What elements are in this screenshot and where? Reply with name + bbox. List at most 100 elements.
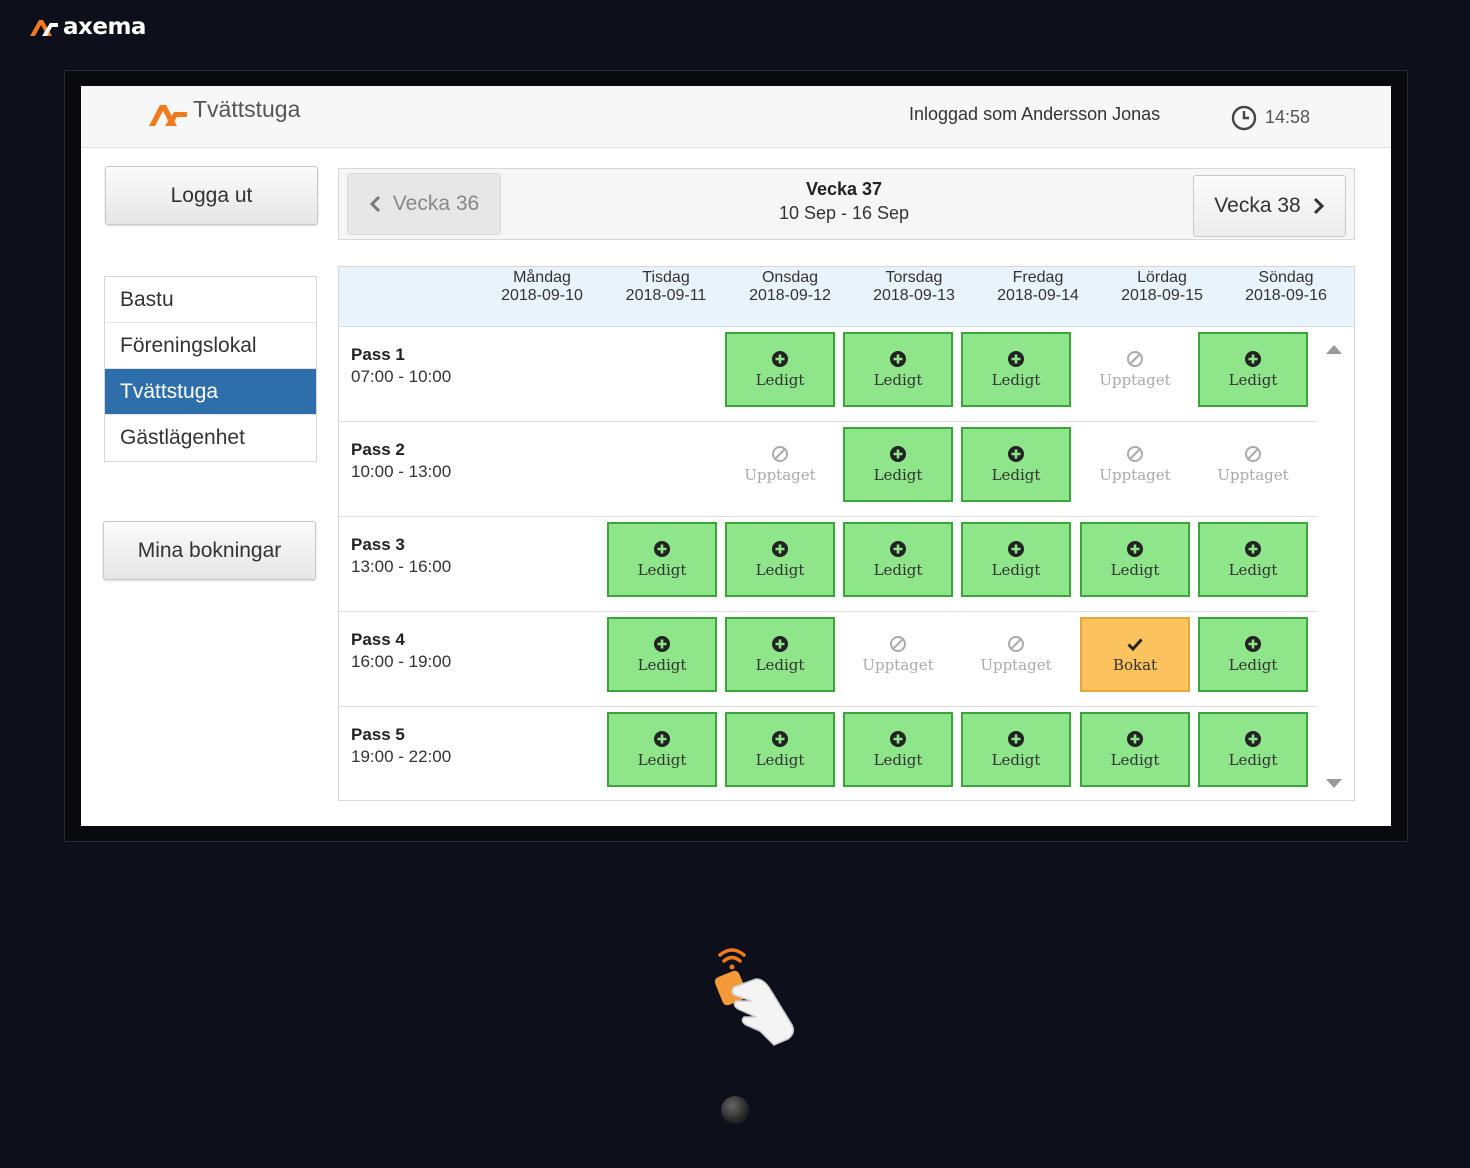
slot-status-label: Ledigt bbox=[755, 561, 805, 579]
slot-status-label: Bokat bbox=[1112, 656, 1158, 674]
day-name: Onsdag bbox=[761, 269, 819, 286]
slot-taken: Upptaget bbox=[843, 617, 953, 692]
slot-free[interactable]: Ledigt bbox=[607, 522, 717, 597]
brand-mark-icon bbox=[30, 20, 58, 36]
slot-free[interactable]: Ledigt bbox=[1198, 332, 1308, 407]
slot-status-label: Ledigt bbox=[873, 466, 923, 484]
day-date: 2018-09-15 bbox=[1121, 287, 1203, 304]
scroll-down-arrow-icon[interactable] bbox=[1326, 779, 1342, 788]
day-column-header: Tisdag 2018-09-11 bbox=[607, 269, 725, 305]
slot-status-label: Ledigt bbox=[755, 656, 805, 674]
prev-week-label: Vecka 36 bbox=[392, 192, 480, 215]
slot-free[interactable]: Ledigt bbox=[1198, 522, 1308, 597]
slot-status-label: Upptaget bbox=[1217, 466, 1289, 484]
slot-taken: Upptaget bbox=[1080, 427, 1190, 502]
day-date: 2018-09-14 bbox=[997, 287, 1079, 304]
slot-status-label: Upptaget bbox=[980, 656, 1052, 674]
slot-free[interactable]: Ledigt bbox=[843, 712, 953, 787]
slot-status-label: Ledigt bbox=[1228, 371, 1278, 389]
next-week-button[interactable]: Vecka 38 bbox=[1193, 175, 1346, 237]
scroll-up-arrow-icon[interactable] bbox=[1326, 345, 1342, 354]
slot-status-label: Ledigt bbox=[1228, 561, 1278, 579]
plus-circle-icon bbox=[654, 541, 670, 557]
slot-free[interactable]: Ledigt bbox=[1198, 617, 1308, 692]
clock-time: 14:58 bbox=[1265, 107, 1311, 127]
blocked-icon bbox=[1008, 636, 1024, 652]
day-column-header: Måndag 2018-09-10 bbox=[483, 269, 601, 305]
plus-circle-icon bbox=[890, 541, 906, 557]
slot-free[interactable]: Ledigt bbox=[961, 712, 1071, 787]
pass-row: Pass 2 10:00 - 13:00 Upptaget Ledigt Ledigt U… bbox=[339, 422, 1317, 517]
slot-free[interactable]: Ledigt bbox=[725, 332, 835, 407]
slot-free[interactable]: Ledigt bbox=[725, 712, 835, 787]
touch-screen: Tvättstuga Inloggad som Andersson Jonas … bbox=[81, 86, 1391, 826]
slot-status-label: Ledigt bbox=[637, 656, 687, 674]
slot-free[interactable]: Ledigt bbox=[1080, 712, 1190, 787]
pass-name: Pass 1 bbox=[351, 345, 405, 364]
chevron-left-icon bbox=[369, 195, 380, 213]
check-icon bbox=[1127, 638, 1143, 652]
menu-item-gastlagenhet[interactable]: Gästlägenhet bbox=[105, 415, 316, 461]
slot-free[interactable]: Ledigt bbox=[843, 332, 953, 407]
slot-free[interactable]: Ledigt bbox=[725, 617, 835, 692]
plus-circle-icon bbox=[890, 446, 906, 462]
blocked-icon bbox=[890, 636, 906, 652]
slot-status-label: Ledigt bbox=[1228, 656, 1278, 674]
brand-logo: axema bbox=[28, 14, 146, 40]
day-column-header: Onsdag 2018-09-12 bbox=[731, 269, 849, 305]
camera-lens bbox=[721, 1096, 749, 1124]
slot-free[interactable]: Ledigt bbox=[961, 427, 1071, 502]
plus-circle-icon bbox=[1008, 351, 1024, 367]
day-column-header: Torsdag 2018-09-13 bbox=[855, 269, 973, 305]
chevron-right-icon bbox=[1313, 197, 1324, 215]
day-name: Lördag bbox=[1137, 269, 1187, 286]
pass-time: 16:00 - 19:00 bbox=[351, 652, 452, 671]
slot-booked[interactable]: Bokat bbox=[1080, 617, 1190, 692]
slot-free[interactable]: Ledigt bbox=[961, 522, 1071, 597]
brand-name: axema bbox=[63, 14, 146, 40]
day-name: Torsdag bbox=[885, 269, 943, 286]
slot-taken: Upptaget bbox=[961, 617, 1071, 692]
plus-circle-icon bbox=[1245, 731, 1261, 747]
logout-button[interactable]: Logga ut bbox=[105, 166, 318, 225]
slot-free[interactable]: Ledigt bbox=[843, 522, 953, 597]
day-column-header: Söndag 2018-09-16 bbox=[1227, 269, 1345, 305]
slot-free[interactable]: Ledigt bbox=[1080, 522, 1190, 597]
slot-free[interactable]: Ledigt bbox=[725, 522, 835, 597]
slot-free[interactable]: Ledigt bbox=[961, 332, 1071, 407]
plus-circle-icon bbox=[654, 636, 670, 652]
plus-circle-icon bbox=[1245, 351, 1261, 367]
slot-free[interactable]: Ledigt bbox=[607, 617, 717, 692]
slot-free[interactable]: Ledigt bbox=[1198, 712, 1308, 787]
slot-status-label: Ledigt bbox=[991, 561, 1041, 579]
slot-status-label: Ledigt bbox=[991, 751, 1041, 769]
slot-status-label: Upptaget bbox=[744, 466, 816, 484]
pass-time: 13:00 - 16:00 bbox=[351, 557, 452, 576]
slot-free[interactable]: Ledigt bbox=[607, 712, 717, 787]
prev-week-button[interactable]: Vecka 36 bbox=[347, 173, 501, 235]
slot-status-label: Ledigt bbox=[1110, 561, 1160, 579]
day-column-header: Lördag 2018-09-15 bbox=[1103, 269, 1221, 305]
slot-status-label: Ledigt bbox=[991, 466, 1041, 484]
slot-status-label: Ledigt bbox=[637, 751, 687, 769]
plus-circle-icon bbox=[1245, 636, 1261, 652]
slot-status-label: Ledigt bbox=[755, 371, 805, 389]
menu-item-bastu[interactable]: Bastu bbox=[105, 277, 316, 323]
plus-circle-icon bbox=[890, 351, 906, 367]
slot-status-label: Upptaget bbox=[862, 656, 934, 674]
pass-time: 07:00 - 10:00 bbox=[351, 367, 452, 386]
menu-item-tvattstuga[interactable]: Tvättstuga bbox=[105, 369, 316, 415]
app-title: Tvättstuga bbox=[193, 96, 301, 122]
slot-taken: Upptaget bbox=[1198, 427, 1308, 502]
my-bookings-button[interactable]: Mina bokningar bbox=[103, 521, 316, 580]
facility-menu: Bastu Föreningslokal Tvättstuga Gästläge… bbox=[104, 276, 317, 462]
next-week-label: Vecka 38 bbox=[1214, 194, 1301, 217]
booking-schedule: Måndag 2018-09-10 Tisdag 2018-09-11 Onsdag 20… bbox=[338, 266, 1355, 801]
pass-row: Pass 3 13:00 - 16:00 Ledigt Ledigt Ledigt Led… bbox=[339, 517, 1317, 612]
slot-status-label: Ledigt bbox=[1110, 751, 1160, 769]
day-date: 2018-09-10 bbox=[501, 287, 583, 304]
pass-name: Pass 4 bbox=[351, 630, 405, 649]
menu-item-foreningslokal[interactable]: Föreningslokal bbox=[105, 323, 316, 369]
blocked-icon bbox=[1127, 446, 1143, 462]
slot-free[interactable]: Ledigt bbox=[843, 427, 953, 502]
